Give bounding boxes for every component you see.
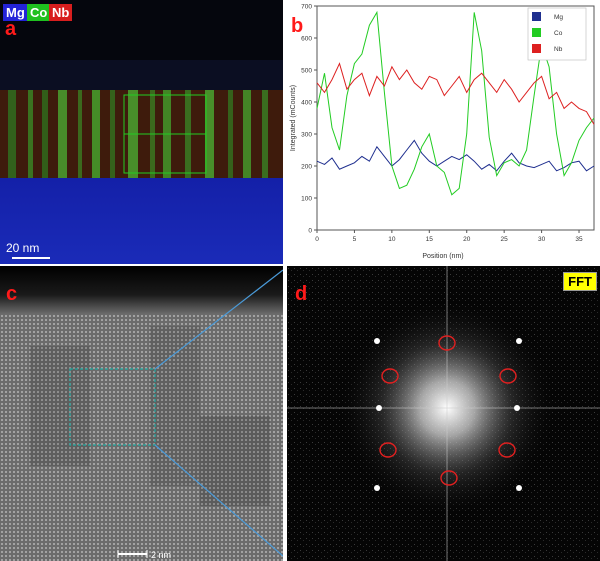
y-tick-label: 100 [301, 196, 312, 203]
fft-badge: FFT [563, 272, 597, 291]
y-axis-label: Integrated (mCounts) [290, 85, 297, 151]
x-tick-label: 30 [538, 236, 546, 243]
y-tick-label: 400 [301, 100, 312, 107]
line-profile-chart: 0100200300400500600700 0 5 10 15 20 25 30 35 Mg… [290, 4, 595, 260]
y-tick-label: 200 [301, 164, 312, 171]
y-tick-label: 700 [301, 4, 312, 11]
fft-image [287, 266, 600, 561]
legend-label: Nb [554, 46, 563, 53]
legend-co: Co [27, 4, 51, 21]
x-tick-label: 0 [315, 236, 319, 243]
x-tick-label: 15 [426, 236, 434, 243]
chart-legend: Mg Co Nb [527, 7, 587, 61]
x-tick-label: 20 [463, 236, 471, 243]
x-tick-label: 35 [575, 236, 583, 243]
scale-bar-label: 2 nm [151, 550, 171, 560]
panel-d-fft: FFT d [287, 266, 600, 561]
panel-label-d: d [295, 283, 308, 305]
y-tick-label: 500 [301, 68, 312, 75]
legend-label: Co [554, 30, 563, 37]
panel-c-haadf-image: 2 nm c [0, 266, 283, 561]
legend-swatch [532, 44, 541, 53]
scale-bar-label: 20 nm [6, 241, 39, 255]
legend-nb: Nb [49, 4, 73, 21]
y-axis: 0100200300400500600700 [301, 4, 317, 235]
legend-swatch [532, 12, 541, 21]
eds-map-image: 20 nm [0, 0, 283, 264]
panel-label-c: c [6, 283, 18, 305]
x-axis: 0 5 10 15 20 25 30 35 [315, 230, 583, 243]
x-tick-label: 25 [501, 236, 509, 243]
x-tick-label: 5 [353, 236, 357, 243]
panel-a-eds-map: 20 nm Mg Co Nb a [0, 0, 283, 264]
y-tick-label: 0 [308, 228, 312, 235]
x-axis-label: Position (nm) [422, 253, 463, 260]
y-tick-label: 300 [301, 132, 312, 139]
haadf-image: 2 nm [0, 266, 283, 561]
panel-label-a: a [5, 18, 17, 40]
legend-swatch [532, 28, 541, 37]
x-tick-label: 10 [388, 236, 396, 243]
panel-b-line-profile: 0 100 200 300 400 500 600 700 0 5 10 15 20 25 30 35 Mg… [285, 0, 600, 264]
legend-label: Mg [554, 14, 563, 21]
panel-label-b: b [291, 15, 304, 37]
